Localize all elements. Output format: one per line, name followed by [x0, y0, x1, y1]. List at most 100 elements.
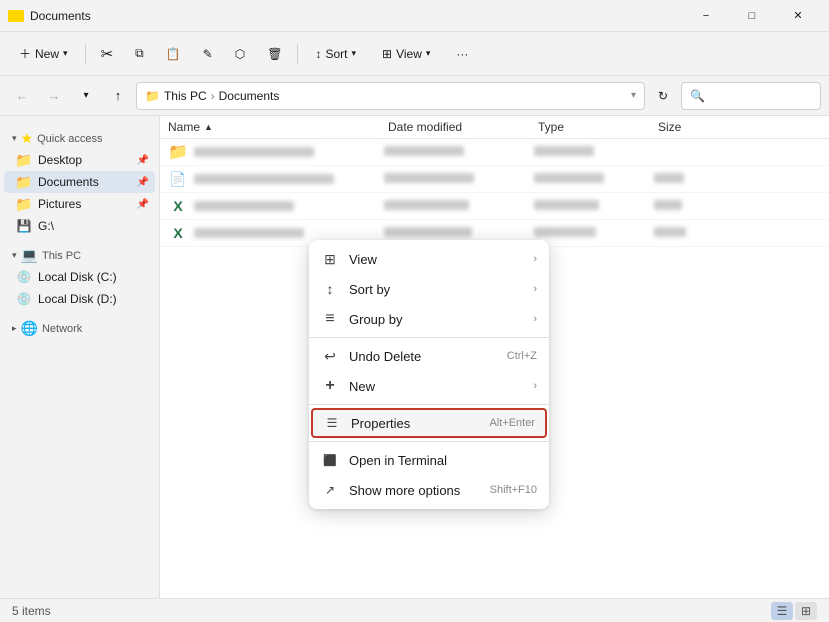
sidebar-item-pictures[interactable]: 📁 Pictures 📌 [4, 193, 155, 215]
ctx-properties-shortcut: Alt+Enter [489, 417, 535, 429]
sidebar-item-local-d[interactable]: 💿 Local Disk (D:) [4, 288, 155, 310]
address-dropdown-icon[interactable]: ▾ [631, 90, 636, 101]
row4-size [654, 226, 821, 240]
context-menu: ⊞ View › ↕ Sort by › ≡ Group by › ↩ Undo… [309, 240, 549, 509]
rename-button[interactable]: ✎ [194, 38, 222, 70]
row2-date-blur [384, 173, 474, 183]
pin-icon-pictures: 📌 [137, 199, 149, 210]
header-date[interactable]: Date modified [388, 120, 538, 134]
row1-icon: 📁 [168, 142, 188, 162]
row1-name-blur [194, 147, 314, 157]
file-row-3[interactable]: X [160, 193, 829, 220]
ctx-item-undo-delete[interactable]: ↩ Undo Delete Ctrl+Z [309, 341, 549, 371]
row4-date-blur [384, 227, 472, 237]
row1-date-blur [384, 146, 464, 156]
sidebar-network-header[interactable]: ▸ 🌐 Network [0, 314, 159, 339]
view-button[interactable]: ⊞ View ▾ [371, 38, 441, 70]
ctx-item-show-more[interactable]: ↗ Show more options Shift+F10 [309, 475, 549, 505]
recent-button[interactable]: ▾ [72, 82, 100, 110]
ctx-item-open-terminal[interactable]: ⬛ Open in Terminal [309, 445, 549, 475]
back-button[interactable]: ← [8, 82, 36, 110]
file-row-1[interactable]: 📁 [160, 139, 829, 166]
header-name[interactable]: Name ▲ [168, 120, 388, 134]
sort-ctx-icon: ↕ [321, 280, 339, 298]
row3-icon: X [168, 196, 188, 216]
close-button[interactable]: ✕ [775, 0, 821, 32]
row1-date [384, 145, 534, 159]
search-box[interactable]: 🔍 [681, 82, 821, 110]
sidebar-item-local-c[interactable]: 💿 Local Disk (C:) [4, 266, 155, 288]
quick-access-chevron-icon: ▾ [12, 133, 17, 144]
ctx-item-new[interactable]: + New › [309, 371, 549, 401]
ctx-new-label: New [349, 379, 523, 394]
network-label: Network [42, 323, 82, 335]
row2-icon: 📄 [168, 169, 188, 189]
ctx-item-view[interactable]: ⊞ View › [309, 244, 549, 274]
view-icon: ⊞ [382, 47, 392, 61]
sidebar-item-g-drive[interactable]: 💾 G:\ [4, 215, 155, 237]
header-date-label: Date modified [388, 120, 462, 134]
ctx-sep-1 [309, 337, 549, 338]
row4-size-blur [654, 227, 686, 237]
sidebar-item-documents[interactable]: 📁 Documents 📌 [4, 171, 155, 193]
rename-icon: ✎ [203, 47, 213, 61]
file-header: Name ▲ Date modified Type Size [160, 116, 829, 139]
row4-date [384, 226, 534, 240]
row1-type-blur [534, 146, 594, 156]
ctx-item-sort-by[interactable]: ↕ Sort by › [309, 274, 549, 304]
folder-icon [8, 10, 24, 22]
refresh-button[interactable]: ↻ [649, 82, 677, 110]
sidebar-item-desktop[interactable]: 📁 Desktop 📌 [4, 149, 155, 171]
ctx-undo-label: Undo Delete [349, 349, 497, 364]
minimize-button[interactable]: − [683, 0, 729, 32]
search-icon: 🔍 [690, 89, 705, 103]
ctx-item-group-by[interactable]: ≡ Group by › [309, 304, 549, 334]
cut-icon: ✂ [101, 45, 114, 63]
toolbar-separator-1 [85, 44, 86, 64]
row3-name [194, 201, 384, 211]
row3-size [654, 199, 821, 213]
toolbar: ＋ New ▾ ✂ ⧉ 📋 ✎ ⬡ 🗑 ↕ Sort ▾ ⊞ View ▾ ··… [0, 32, 829, 76]
forward-button[interactable]: → [40, 82, 68, 110]
new-button[interactable]: ＋ New ▾ [8, 38, 79, 70]
quick-access-label: Quick access [37, 133, 102, 145]
sidebar-item-label-desktop: Desktop [38, 153, 82, 167]
view-list-button[interactable]: ☰ [771, 602, 793, 620]
documents-folder-icon: 📁 [16, 174, 32, 190]
row4-icon: X [168, 223, 188, 243]
delete-button[interactable]: 🗑 [258, 38, 291, 70]
sort-button[interactable]: ↕ Sort ▾ [304, 38, 367, 70]
row2-date [384, 172, 534, 186]
header-size[interactable]: Size [658, 120, 821, 134]
header-type[interactable]: Type [538, 120, 658, 134]
view-grid-button[interactable]: ⊞ [795, 602, 817, 620]
delete-icon: 🗑 [267, 47, 282, 61]
header-sort-icon: ▲ [204, 122, 213, 132]
paste-button[interactable]: 📋 [157, 38, 190, 70]
share-icon: ⬡ [235, 47, 245, 61]
up-button[interactable]: ↑ [104, 82, 132, 110]
toolbar-separator-2 [297, 44, 298, 64]
network-icon: 🌐 [21, 320, 38, 337]
maximize-button[interactable]: □ [729, 0, 775, 32]
row4-type-blur [534, 227, 596, 237]
address-input[interactable]: 📁 This PC › Documents ▾ [136, 82, 645, 110]
ctx-item-properties[interactable]: ☰ Properties Alt+Enter [313, 410, 545, 436]
ctx-sep-3 [309, 441, 549, 442]
address-folder-icon: 📁 [145, 89, 160, 103]
row2-name [194, 174, 384, 184]
sidebar-item-label-g: G:\ [38, 219, 54, 233]
sidebar-quick-access-header[interactable]: ▾ ★ Quick access [0, 124, 159, 149]
window-title: Documents [30, 9, 91, 23]
sidebar-thispc-header[interactable]: ▾ 💻 This PC [0, 241, 159, 266]
row2-size-blur [654, 173, 684, 183]
row3-type [534, 199, 654, 213]
new-arrow-icon: ▾ [63, 48, 68, 59]
file-row-2[interactable]: 📄 [160, 166, 829, 193]
cut-button[interactable]: ✂ [92, 38, 123, 70]
share-button[interactable]: ⬡ [226, 38, 254, 70]
pictures-folder-icon: 📁 [16, 196, 32, 212]
copy-button[interactable]: ⧉ [126, 38, 153, 70]
row3-size-blur [654, 200, 682, 210]
more-button[interactable]: ··· [445, 38, 479, 70]
